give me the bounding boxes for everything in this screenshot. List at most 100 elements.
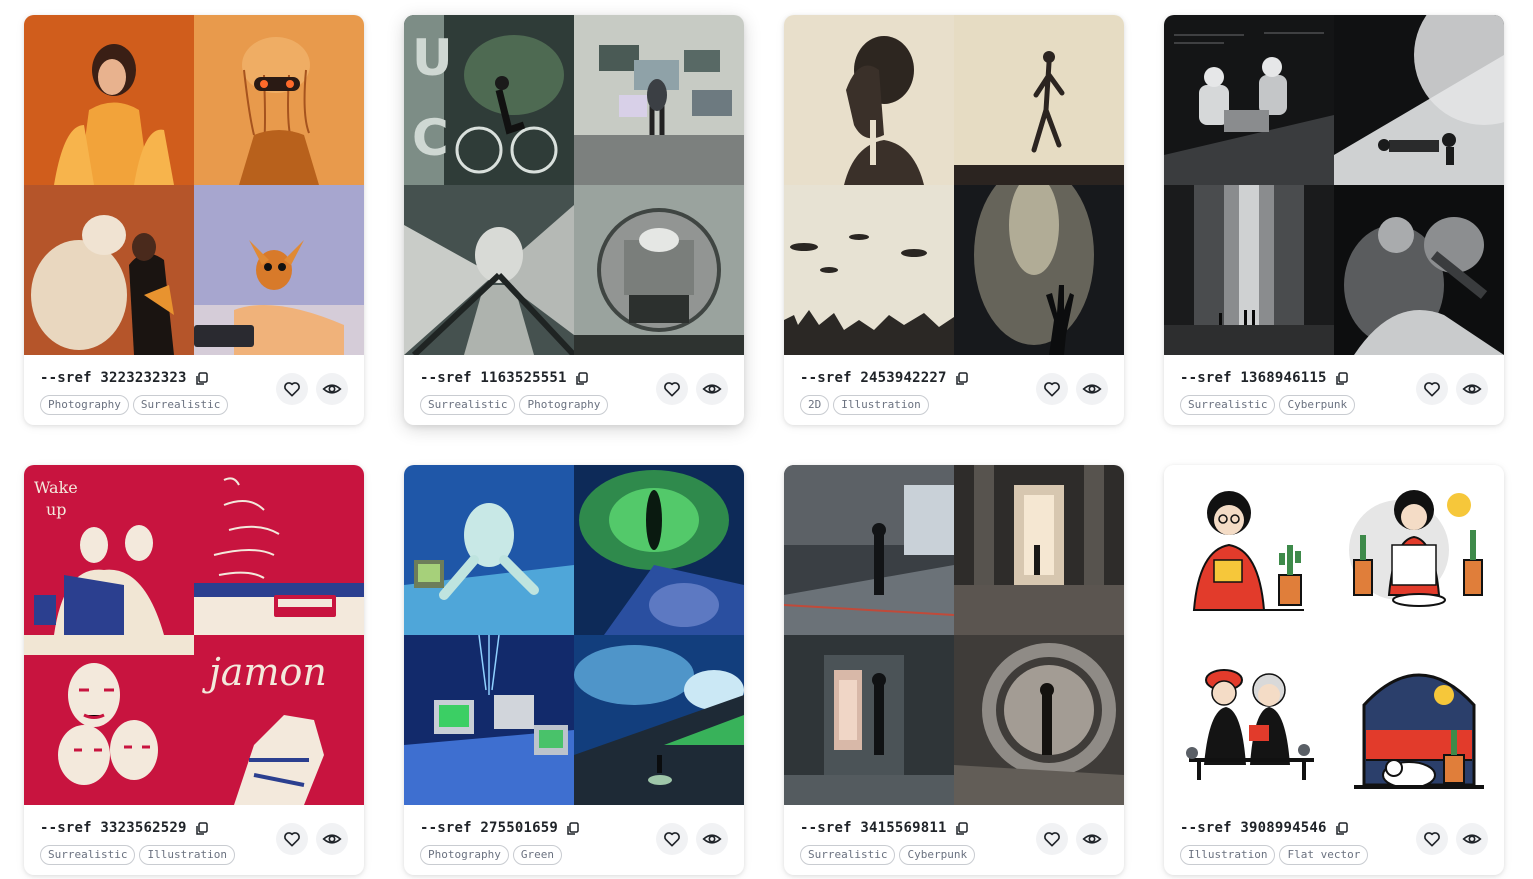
like-button[interactable] [276, 823, 308, 855]
card-footer: --sref 1163525551 Surrealistic Photograp… [404, 355, 744, 425]
sref-card[interactable]: --sref 1368946115 Surrealistic Cyberpunk [1164, 15, 1504, 425]
view-button[interactable] [316, 823, 348, 855]
like-button[interactable] [656, 373, 688, 405]
view-button[interactable] [316, 373, 348, 405]
style-tag[interactable]: 2D [800, 395, 830, 415]
copy-icon[interactable] [1335, 371, 1349, 385]
card-footer: --sref 3223232323 Photography Surrealist… [24, 355, 364, 425]
copy-icon[interactable] [575, 371, 589, 385]
style-tag[interactable]: Illustration [833, 395, 929, 415]
svg-text:up: up [46, 500, 67, 519]
style-tag[interactable]: Photography [420, 845, 509, 865]
thumbnail-image [1334, 185, 1504, 355]
thumbnail-image [784, 635, 954, 805]
style-tag[interactable]: Surrealistic [1180, 395, 1276, 415]
style-tag[interactable]: Green [512, 845, 562, 865]
thumbnail-image [954, 185, 1124, 355]
thumbnail-image [1164, 185, 1334, 355]
card-footer: --sref 3415569811 Surrealistic Cyberpunk [784, 805, 1124, 875]
heart-icon [664, 382, 680, 397]
heart-icon [1044, 832, 1060, 847]
like-button[interactable] [1416, 823, 1448, 855]
image-collage[interactable] [24, 15, 364, 355]
thumbnail-image [1334, 15, 1504, 185]
view-button[interactable] [1456, 823, 1488, 855]
eye-icon [322, 834, 342, 844]
like-button[interactable] [1036, 373, 1068, 405]
card-footer: --sref 1368946115 Surrealistic Cyberpunk [1164, 355, 1504, 425]
view-button[interactable] [696, 373, 728, 405]
view-button[interactable] [1456, 373, 1488, 405]
image-collage[interactable] [1164, 465, 1504, 805]
sref-code: --sref 3223232323 [40, 370, 187, 386]
thumbnail-image [574, 465, 744, 635]
sref-code: --sref 275501659 [420, 820, 559, 836]
sref-card[interactable]: --sref 3223232323 Photography Surrealist… [24, 15, 364, 425]
sref-code: --sref 1368946115 [1180, 370, 1327, 386]
copy-icon[interactable] [955, 821, 969, 835]
card-footer: --sref 275501659 Photography Green [404, 805, 744, 875]
sref-card[interactable]: --sref 3908994546 Illustration Flat vect… [1164, 465, 1504, 875]
heart-icon [664, 832, 680, 847]
heart-icon [1424, 832, 1440, 847]
sref-card[interactable]: --sref 275501659 Photography Green [404, 465, 744, 875]
eye-icon [1082, 384, 1102, 394]
like-button[interactable] [276, 373, 308, 405]
thumbnail-image [1164, 15, 1334, 185]
thumbnail-image [24, 185, 194, 355]
like-button[interactable] [656, 823, 688, 855]
thumbnail-image [784, 465, 954, 635]
view-button[interactable] [696, 823, 728, 855]
like-button[interactable] [1036, 823, 1068, 855]
image-collage[interactable]: UC [404, 15, 744, 355]
thumbnail-image [24, 635, 194, 805]
image-collage[interactable] [784, 465, 1124, 805]
copy-icon[interactable] [195, 821, 209, 835]
view-button[interactable] [1076, 373, 1108, 405]
heart-icon [284, 382, 300, 397]
style-tag[interactable]: Surrealistic [420, 395, 516, 415]
sref-code: --sref 3908994546 [1180, 820, 1327, 836]
thumbnail-image: UC [404, 15, 574, 185]
image-collage[interactable] [404, 465, 744, 805]
eye-icon [702, 384, 722, 394]
copy-icon[interactable] [195, 371, 209, 385]
thumbnail-image [404, 465, 574, 635]
thumbnail-image [1164, 635, 1334, 805]
heart-icon [1044, 382, 1060, 397]
heart-icon [1424, 382, 1440, 397]
style-tag[interactable]: Surrealistic [132, 395, 229, 415]
copy-icon[interactable] [566, 821, 580, 835]
style-tag[interactable]: Cyberpunk [899, 845, 976, 865]
style-tag[interactable]: Illustration [1180, 845, 1276, 865]
svg-text:U: U [412, 29, 453, 87]
image-collage[interactable] [784, 15, 1124, 355]
copy-icon[interactable] [955, 371, 969, 385]
card-footer: --sref 3908994546 Illustration Flat vect… [1164, 805, 1504, 875]
like-button[interactable] [1416, 373, 1448, 405]
copy-icon[interactable] [1335, 821, 1349, 835]
thumbnail-image [784, 185, 954, 355]
view-button[interactable] [1076, 823, 1108, 855]
style-tag[interactable]: Cyberpunk [1279, 395, 1356, 415]
sref-card[interactable]: --sref 3415569811 Surrealistic Cyberpunk [784, 465, 1124, 875]
image-collage[interactable] [1164, 15, 1504, 355]
image-collage[interactable]: Wake up jamon [24, 465, 364, 805]
style-tag[interactable]: Photography [519, 395, 609, 415]
thumbnail-image [1334, 635, 1504, 805]
sref-code: --sref 2453942227 [800, 370, 947, 386]
svg-text:C: C [412, 109, 449, 167]
style-tag[interactable]: Surrealistic [800, 845, 896, 865]
thumbnail-image: Wake up [24, 465, 194, 635]
style-tag[interactable]: Flat vector [1279, 845, 1369, 865]
sref-card[interactable]: UC --sref 1163525551 Surrealistic Photog… [404, 15, 744, 425]
style-tag[interactable]: Illustration [139, 845, 235, 865]
svg-text:Wake: Wake [34, 478, 78, 497]
style-tag[interactable]: Surrealistic [40, 845, 136, 865]
style-tag[interactable]: Photography [40, 395, 129, 415]
thumbnail-image [574, 185, 744, 355]
thumbnail-image [1164, 465, 1334, 635]
sref-card[interactable]: --sref 2453942227 2D Illustration [784, 15, 1124, 425]
sref-card[interactable]: Wake up jamon --sref 3323562529 Surrealis… [24, 465, 364, 875]
eye-icon [322, 384, 342, 394]
